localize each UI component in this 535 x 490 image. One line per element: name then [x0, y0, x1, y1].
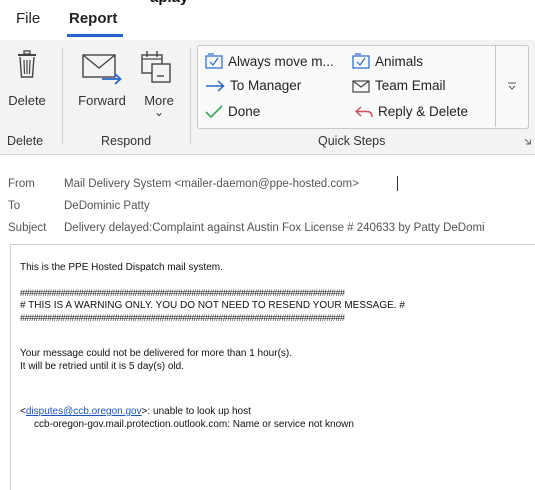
gallery-dropdown-icon — [508, 82, 516, 90]
active-tab-indicator — [67, 34, 123, 37]
quick-step-label: Reply & Delete — [378, 104, 469, 119]
quick-step-label: Always move m... — [228, 53, 334, 69]
quick-step-to-manager[interactable]: To Manager — [205, 78, 301, 93]
move-to-folder-icon — [352, 53, 370, 69]
arrow-right-icon — [206, 79, 225, 92]
subject-label: Subject — [8, 222, 47, 234]
subject-field[interactable]: Delivery delayed:Complaint against Austi… — [64, 222, 485, 234]
quick-step-done[interactable]: Done — [205, 104, 260, 119]
group-divider — [62, 48, 63, 144]
quick-step-animals[interactable]: Animals — [352, 53, 423, 69]
body-address-line: <disputes@ccb.oregon.gov>: unable to loo… — [20, 406, 251, 417]
quick-step-team-email[interactable]: Team Email — [352, 78, 446, 93]
quick-step-label: To Manager — [230, 78, 302, 93]
quick-step-label: Done — [228, 104, 261, 119]
tab-report[interactable]: Report — [69, 10, 117, 27]
to-field[interactable]: DeDominic Patty — [64, 200, 150, 212]
tab-file[interactable]: File — [16, 10, 40, 27]
forward-mail-icon — [82, 54, 122, 85]
body-hash-line: ########################################… — [20, 288, 345, 298]
window-title-text: aplay — [150, 0, 188, 6]
reply-arrow-icon — [355, 105, 373, 117]
quick-step-reply-delete[interactable]: Reply & Delete — [355, 104, 468, 119]
to-label: To — [8, 200, 21, 212]
body-hash-line: ########################################… — [20, 313, 345, 323]
text-cursor — [397, 176, 398, 191]
body-text: >: unable to look up host — [141, 406, 251, 417]
quick-steps-expand-button[interactable] — [495, 45, 528, 127]
delete-button-label: Delete — [8, 93, 46, 108]
email-link[interactable]: disputes@ccb.oregon.gov — [26, 406, 142, 417]
body-line: This is the PPE Hosted Dispatch mail sys… — [20, 262, 223, 273]
window-title: aplay — [0, 0, 535, 6]
calendar-more-icon — [141, 51, 171, 83]
more-button[interactable]: More ⌄ — [136, 48, 182, 128]
quick-step-label: Team Email — [375, 78, 446, 93]
body-line: It will be retried until it is 5 day(s) … — [20, 361, 184, 372]
dialog-launcher-icon[interactable] — [524, 138, 532, 146]
forward-button-label: Forward — [78, 93, 126, 108]
from-field[interactable]: Mail Delivery System <mailer-daemon@ppe-… — [64, 178, 359, 190]
body-line: Your message could not be delivered for … — [20, 348, 293, 359]
checkmark-icon — [205, 104, 223, 118]
group-label-respond: Respond — [101, 134, 152, 148]
quick-step-label: Animals — [375, 53, 424, 69]
forward-button[interactable]: Forward — [70, 48, 134, 128]
chevron-down-icon: ⌄ — [153, 105, 165, 119]
trash-icon — [18, 50, 36, 78]
envelope-icon — [352, 79, 370, 93]
group-label-quick-steps: Quick Steps — [318, 134, 386, 148]
delete-button[interactable]: Delete — [6, 48, 48, 128]
body-warning: # THIS IS A WARNING ONLY. YOU DO NOT NEE… — [20, 300, 405, 311]
body-line: ccb-oregon-gov.mail.protection.outlook.c… — [34, 419, 354, 430]
from-label: From — [8, 178, 35, 190]
move-to-folder-icon — [205, 53, 223, 69]
quick-step-always-move[interactable]: Always move m... — [205, 53, 334, 69]
group-divider — [190, 48, 191, 144]
group-label-delete: Delete — [7, 134, 44, 148]
